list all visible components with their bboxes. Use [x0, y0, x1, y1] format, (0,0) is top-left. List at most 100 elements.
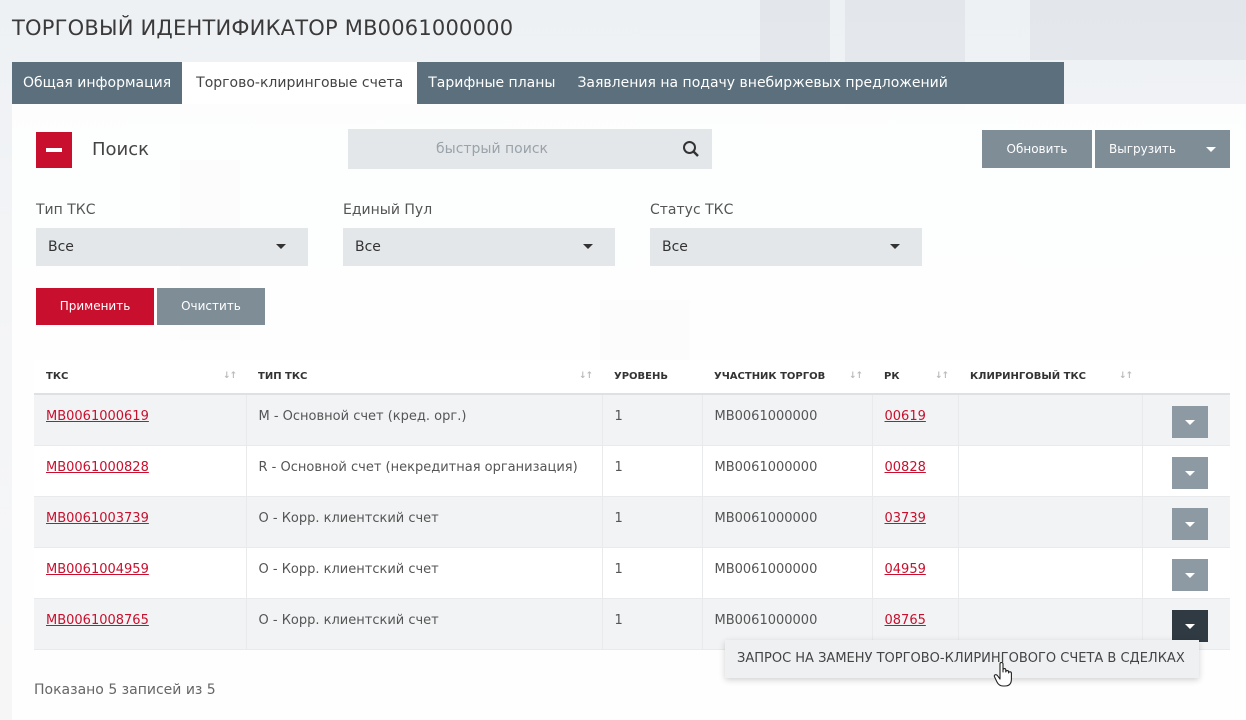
cell-level: 1 [602, 547, 703, 599]
rk-link[interactable]: 00619 [885, 409, 926, 424]
cell-rk: 04959 [872, 547, 959, 599]
cell-tks-type: R - Основной счет (некредитная организац… [246, 445, 603, 497]
row-actions-menu: ЗАПРОС НА ЗАМЕНУ ТОРГОВО-КЛИРИНГОВОГО СЧ… [725, 640, 1199, 678]
tks-link[interactable]: MB0061000619 [46, 409, 149, 424]
cell-rk: 00619 [872, 394, 959, 446]
cell-level: 1 [602, 445, 703, 497]
column-header-label: УЧАСТНИК ТОРГОВ [714, 371, 826, 382]
tks-link[interactable]: MB0061000828 [46, 460, 149, 475]
export-button-label: Выгрузить [1109, 142, 1176, 156]
row-actions-button[interactable] [1172, 609, 1208, 642]
chevron-down-icon [1185, 572, 1195, 578]
filter-label-tks-type: Тип ТКС [36, 202, 96, 218]
column-header-tks-type[interactable]: ТИП ТКС ↓↑ [246, 360, 602, 395]
cell-level: 1 [602, 496, 703, 548]
accounts-table: ТКС ↓↑ ТИП ТКС ↓↑ УРОВЕНЬ УЧАСТНИК ТОРГОВ ↓… [34, 360, 1230, 650]
rk-link[interactable]: 04959 [885, 562, 926, 577]
rk-link[interactable]: 03739 [885, 511, 926, 526]
table-row: MB0061004959 О - Корр. клиентский счет 1… [34, 547, 1230, 599]
column-header-label: РК [884, 371, 900, 382]
cell-tks-type: О - Корр. клиентский счет [246, 598, 603, 650]
cell-tks: MB0061003739 [34, 496, 247, 548]
row-actions-button[interactable] [1172, 406, 1208, 438]
cell-actions [1142, 547, 1230, 599]
row-actions-button[interactable] [1172, 507, 1208, 540]
hand-pointer-icon [993, 662, 1012, 687]
tks-link[interactable]: MB0061003739 [46, 511, 149, 526]
table-row: MB0061003739 О - Корр. клиентский счет 1… [34, 496, 1230, 548]
cell-actions [1142, 394, 1230, 446]
column-header-participant[interactable]: УЧАСТНИК ТОРГОВ ↓↑ [702, 360, 872, 395]
sort-icon: ↓↑ [1118, 371, 1133, 381]
rk-link[interactable]: 00828 [885, 460, 926, 475]
cell-clearing-tks [958, 547, 1143, 599]
quick-search-input[interactable] [348, 129, 668, 169]
tks-type-select[interactable]: Все [36, 228, 308, 266]
cell-participant: MB0061000000 [702, 394, 873, 446]
column-header-label: ТКС [46, 371, 69, 382]
cell-clearing-tks [958, 496, 1143, 548]
table-row: MB0061000828 R - Основной счет (некредит… [34, 445, 1230, 497]
record-count: Показано 5 записей из 5 [34, 682, 216, 698]
tab-tariff-plans[interactable]: Тарифные планы [417, 62, 566, 104]
apply-button[interactable]: Применить [36, 288, 154, 325]
chevron-down-icon [583, 244, 593, 249]
chevron-down-icon [1185, 623, 1195, 629]
export-button[interactable]: Выгрузить [1095, 130, 1230, 168]
chevron-down-icon [1206, 147, 1216, 152]
cell-participant: MB0061000000 [702, 445, 873, 497]
cell-actions [1142, 445, 1230, 497]
search-icon[interactable] [682, 140, 700, 158]
cell-clearing-tks [958, 394, 1143, 446]
column-header-actions [1142, 360, 1230, 395]
cell-actions [1142, 496, 1230, 548]
quick-search-box [348, 129, 712, 169]
tks-status-select-value: Все [662, 239, 688, 255]
filter-label-tks-status: Статус ТКС [650, 202, 734, 218]
tab-bar: Общая информация Торгово-клиринговые сче… [12, 62, 1064, 104]
cell-tks-type: О - Корр. клиентский счет [246, 547, 603, 599]
chevron-down-icon [1185, 420, 1195, 425]
cell-participant: MB0061000000 [702, 496, 873, 548]
clear-button[interactable]: Очистить [157, 288, 265, 325]
chevron-down-icon [276, 244, 286, 249]
page-title: ТОРГОВЫЙ ИДЕНТИФИКАТОР MB0061000000 [12, 16, 514, 40]
tab-general-info[interactable]: Общая информация [12, 62, 182, 104]
cell-participant: MB0061000000 [702, 547, 873, 599]
table-row: MB0061000619 М - Основной счет (кред. ор… [34, 394, 1230, 446]
tab-trading-clearing-accounts[interactable]: Торгово-клиринговые счета [182, 62, 418, 104]
cell-level: 1 [602, 394, 703, 446]
single-pool-select[interactable]: Все [343, 228, 615, 266]
cell-tks: MB0061000828 [34, 445, 247, 497]
collapse-search-button[interactable] [36, 132, 72, 168]
column-header-label: ТИП ТКС [258, 371, 308, 382]
column-header-tks[interactable]: ТКС ↓↑ [34, 360, 246, 395]
row-actions-button[interactable] [1172, 456, 1208, 489]
cell-tks: MB0061008765 [34, 598, 247, 650]
table-header-row: ТКС ↓↑ ТИП ТКС ↓↑ УРОВЕНЬ УЧАСТНИК ТОРГОВ ↓… [34, 360, 1230, 395]
tks-type-select-value: Все [48, 239, 74, 255]
sort-icon: ↓↑ [578, 371, 593, 381]
tks-link[interactable]: MB0061004959 [46, 562, 149, 577]
tks-status-select[interactable]: Все [650, 228, 922, 266]
search-section-label: Поиск [92, 139, 150, 160]
content-panel: Поиск Обновить Выгрузить Тип ТКС Все Еди… [12, 104, 1246, 720]
cell-tks-type: О - Корр. клиентский счет [246, 496, 603, 548]
tks-link[interactable]: MB0061008765 [46, 613, 149, 628]
tab-otc-applications[interactable]: Заявления на подачу внебиржевых предложе… [566, 62, 958, 104]
menu-item-replace-tks-request[interactable]: ЗАПРОС НА ЗАМЕНУ ТОРГОВО-КЛИРИНГОВОГО СЧ… [737, 651, 1185, 666]
chevron-down-icon [1185, 470, 1195, 476]
cell-tks: MB0061004959 [34, 547, 247, 599]
refresh-button[interactable]: Обновить [982, 130, 1092, 168]
column-header-rk[interactable]: РК ↓↑ [872, 360, 958, 395]
single-pool-select-value: Все [355, 239, 381, 255]
column-header-level: УРОВЕНЬ [602, 360, 702, 395]
column-header-clearing-tks[interactable]: КЛИРИНГОВЫЙ ТКС ↓↑ [958, 360, 1142, 395]
row-actions-button[interactable] [1172, 558, 1208, 591]
rk-link[interactable]: 08765 [885, 613, 926, 628]
cell-clearing-tks [958, 445, 1143, 497]
cell-rk: 00828 [872, 445, 959, 497]
sort-icon: ↓↑ [848, 371, 863, 381]
cell-level: 1 [602, 598, 703, 650]
sort-icon: ↓↑ [222, 371, 237, 381]
